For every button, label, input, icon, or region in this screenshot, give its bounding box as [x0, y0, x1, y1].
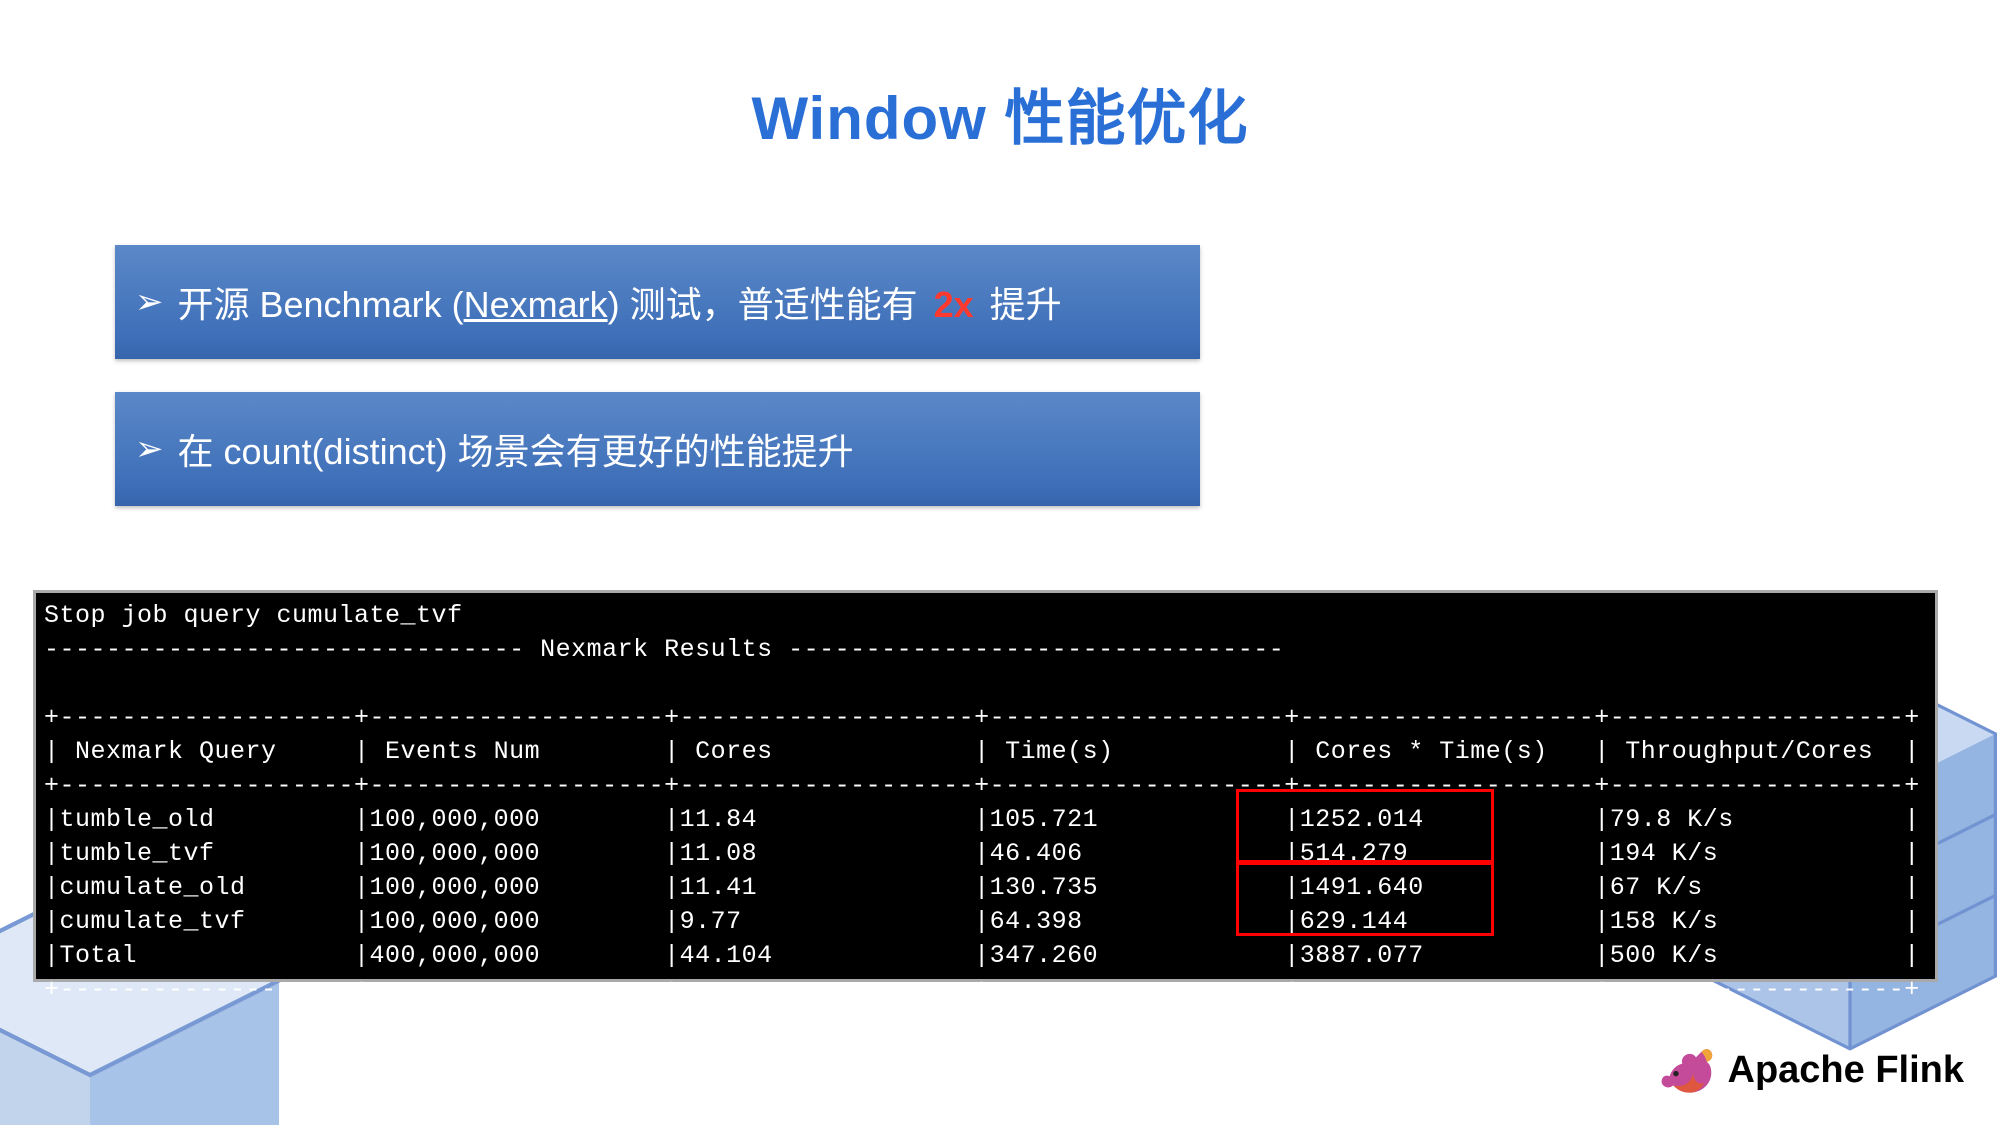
nexmark-link[interactable]: Nexmark	[464, 284, 608, 325]
table-row: |cumulate_tvf |100,000,000 |9.77 |64.398…	[44, 907, 1920, 936]
terminal-output: Stop job query cumulate_tvf ------------…	[33, 590, 1938, 982]
terminal-line-border-top: +-------------------+-------------------…	[44, 703, 1920, 732]
table-row: |tumble_tvf |100,000,000 |11.08 |46.406 …	[44, 839, 1920, 868]
footer-brand-text: Apache Flink	[1728, 1049, 1965, 1092]
flink-squirrel-icon	[1656, 1041, 1714, 1099]
footer-logo: Apache Flink	[1656, 1041, 1965, 1099]
table-row: |Total |400,000,000 |44.104 |347.260 |38…	[44, 941, 1920, 970]
terminal-line-banner: ------------------------------- Nexmark …	[44, 635, 1284, 664]
table-row: |cumulate_old |100,000,000 |11.41 |130.7…	[44, 873, 1920, 902]
callout-count-distinct-text: 在 count(distinct) 场景会有更好的性能提升	[178, 423, 854, 475]
slide-title: Window 性能优化	[0, 70, 2000, 157]
speedup-highlight: 2x	[928, 284, 980, 325]
callout-benchmark-text: 开源 Benchmark (Nexmark) 测试，普适性能有 2x 提升	[178, 276, 1062, 328]
callout-benchmark: ➢ 开源 Benchmark (Nexmark) 测试，普适性能有 2x 提升	[115, 245, 1200, 359]
bullet-arrow-icon: ➢	[135, 429, 164, 469]
callout-count-distinct: ➢ 在 count(distinct) 场景会有更好的性能提升	[115, 392, 1200, 506]
terminal-line-stop: Stop job query cumulate_tvf	[44, 601, 463, 630]
terminal-line-border-bottom: +-------------------+-------------------…	[44, 975, 1920, 1004]
terminal-line-header: | Nexmark Query | Events Num | Cores | T…	[44, 737, 1920, 766]
table-row: |tumble_old |100,000,000 |11.84 |105.721…	[44, 805, 1920, 834]
bullet-arrow-icon: ➢	[135, 282, 164, 322]
terminal-line-border-mid: +-------------------+-------------------…	[44, 771, 1920, 800]
